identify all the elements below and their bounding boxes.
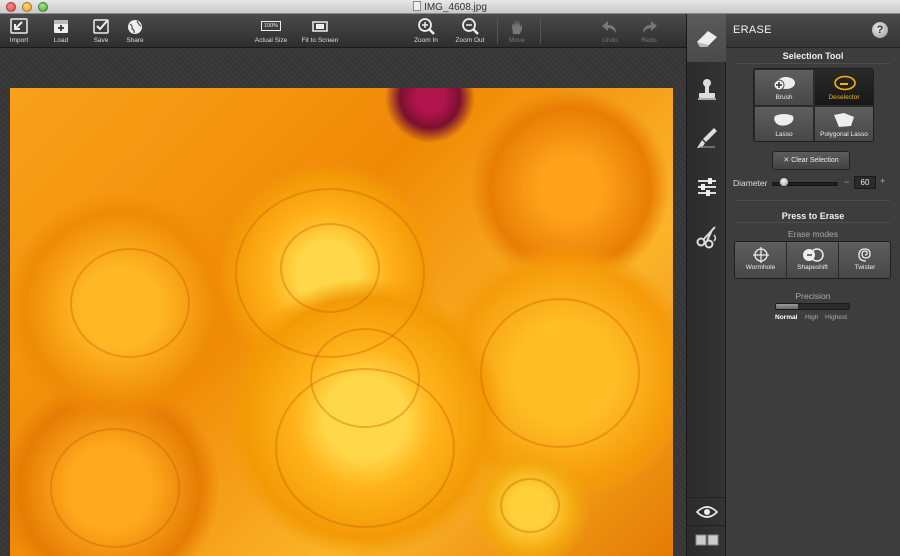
selection-tool-grid: Brush Deselector Lasso Polygonal Lasso — [753, 68, 874, 142]
precision-option-high[interactable]: High — [805, 314, 818, 321]
brush-tool-button[interactable]: Brush — [754, 69, 814, 106]
retouch-tool-button[interactable] — [687, 114, 727, 162]
stamp-icon — [698, 79, 716, 100]
compare-view-button[interactable] — [687, 525, 727, 553]
toolbar-separator — [497, 18, 498, 44]
clone-stamp-tool-button[interactable] — [687, 66, 727, 114]
load-button[interactable]: Load — [48, 17, 74, 47]
adjust-tool-button[interactable] — [687, 162, 727, 210]
flower-bud — [500, 478, 560, 533]
brush-icon — [697, 128, 717, 148]
panel-header: ERASE ? — [726, 14, 900, 48]
flower-petal-ring — [70, 248, 190, 358]
spiral-icon — [858, 248, 871, 262]
import-icon — [10, 18, 28, 34]
zoom-in-button[interactable]: Zoom In — [411, 17, 441, 47]
diameter-label: Diameter — [733, 178, 768, 188]
erase-panel: ERASE ? Selection Tool Brush Deselector — [726, 14, 900, 556]
fit-to-screen-button[interactable]: Fit to Screen — [298, 17, 342, 47]
polygonal-lasso-icon — [834, 113, 854, 127]
share-button[interactable]: Share — [121, 17, 149, 47]
precision-option-normal[interactable]: Normal — [775, 314, 797, 321]
flower-petal-ring — [50, 428, 180, 548]
twister-mode-button[interactable]: Twister — [839, 242, 890, 278]
precision-option-highest[interactable]: Highest — [825, 314, 847, 321]
window-title: IMG_4608.jpg — [0, 1, 900, 13]
undo-button[interactable]: Undo — [598, 17, 622, 47]
fit-to-screen-icon — [312, 21, 328, 32]
save-button[interactable]: Save — [88, 17, 114, 47]
diameter-slider-handle[interactable] — [778, 177, 789, 187]
redo-button[interactable]: Redo — [637, 17, 661, 47]
divider — [736, 63, 890, 64]
panel-title: ERASE — [733, 24, 772, 36]
globe-icon — [128, 20, 142, 34]
split-view-icon — [695, 534, 719, 545]
shapeshift-mode-button[interactable]: Shapeshift — [787, 242, 839, 278]
erase-modes-group: Wormhole Shapeshift Twister — [734, 241, 891, 279]
eraser-icon — [697, 31, 717, 47]
divider — [736, 200, 890, 201]
image-canvas[interactable] — [0, 49, 686, 556]
wormhole-mode-button[interactable]: Wormhole — [735, 242, 787, 278]
brush-plus-icon — [773, 77, 795, 91]
title-bar: IMG_4608.jpg — [0, 0, 900, 14]
clear-selection-button[interactable]: ✕ Clear Selection — [772, 151, 850, 170]
photo-orange-flowers[interactable] — [10, 88, 673, 556]
diameter-decrease[interactable]: − — [844, 177, 849, 187]
eye-icon — [696, 505, 718, 518]
zoom-out-icon — [462, 18, 479, 35]
move-button[interactable]: Move — [505, 17, 529, 47]
load-icon — [54, 20, 68, 33]
zoom-out-button[interactable]: Zoom Out — [453, 17, 487, 47]
divider — [736, 222, 890, 223]
actual-size-button[interactable]: 100% Actual Size — [252, 17, 290, 47]
zoom-in-icon — [418, 18, 435, 35]
shapeshift-icon — [802, 248, 824, 262]
import-button[interactable]: Import — [6, 17, 32, 47]
precision-slider-fill — [776, 304, 798, 309]
crosshair-icon — [752, 247, 769, 263]
deselector-icon — [834, 75, 856, 91]
tool-strip — [686, 14, 727, 556]
deselector-tool-button[interactable]: Deselector — [814, 69, 873, 106]
flower-petal-ring — [235, 188, 425, 358]
erase-modes-heading: Erase modes — [787, 229, 839, 239]
diameter-value-field[interactable]: 60 — [854, 176, 876, 189]
press-to-erase-heading: Press to Erase — [781, 211, 845, 221]
lasso-icon — [774, 114, 794, 126]
save-icon — [93, 19, 109, 34]
preview-toggle-button[interactable] — [687, 497, 727, 525]
polygonal-lasso-tool-button[interactable]: Polygonal Lasso — [814, 106, 873, 141]
precision-heading: Precision — [795, 291, 831, 301]
cut-tool-button[interactable] — [687, 212, 727, 260]
precision-slider[interactable] — [775, 303, 850, 310]
sliders-icon — [698, 178, 716, 196]
diameter-increase[interactable]: + — [880, 176, 885, 186]
flower-petal-ring — [480, 298, 640, 448]
scissors-icon — [696, 226, 717, 249]
hand-icon — [512, 19, 522, 34]
toolbar-separator — [540, 18, 541, 44]
app-window: IMG_4608.jpg Import Load Save Share 100%… — [0, 0, 900, 556]
redo-icon — [643, 21, 657, 33]
erase-tool-button[interactable] — [687, 14, 727, 62]
flower-petal-ring — [275, 368, 455, 528]
close-icon: ✕ — [783, 157, 790, 164]
document-icon — [413, 1, 422, 11]
actual-size-icon: 100% — [261, 17, 281, 36]
help-button[interactable]: ? — [872, 22, 888, 38]
lasso-tool-button[interactable]: Lasso — [754, 106, 814, 141]
undo-icon — [602, 21, 616, 33]
main-toolbar: Import Load Save Share 100% Actual Size … — [0, 14, 686, 48]
selection-tool-heading: Selection Tool — [782, 51, 844, 61]
